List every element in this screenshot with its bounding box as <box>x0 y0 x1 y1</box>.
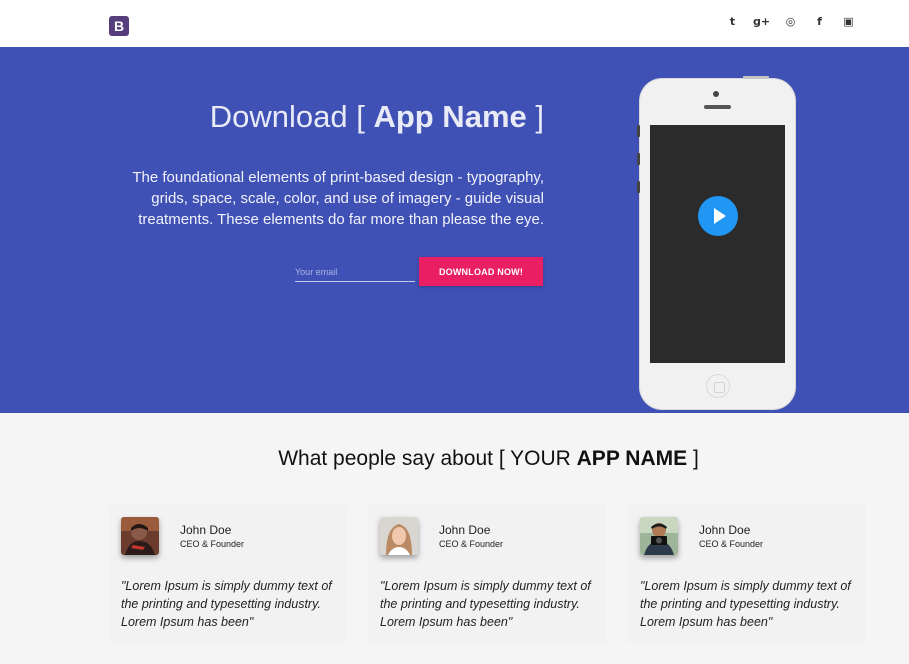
phone-volume-down <box>637 181 640 193</box>
hero-description: The foundational elements of print-based… <box>132 169 544 228</box>
testimonial-card: John Doe CEO & Founder "Lorem Ipsum is s… <box>368 505 606 643</box>
twitter-icon[interactable]: t <box>718 14 747 30</box>
phone-mockup <box>637 76 795 409</box>
testimonial-quote: "Lorem Ipsum is simply dummy text of the… <box>380 579 591 629</box>
testimonial-name: John Doe <box>180 523 232 537</box>
hero-app-name: App Name <box>373 99 527 134</box>
brand-logo[interactable]: B <box>109 16 129 36</box>
testimonial-role: CEO & Founder <box>699 539 764 549</box>
testimonial-role: CEO & Founder <box>439 539 504 549</box>
testimonial-name: John Doe <box>699 523 751 537</box>
testimonials-title: What people say about [ YOUR APP NAME ] <box>278 447 699 470</box>
phone-speaker <box>704 105 731 109</box>
phone-mute-switch <box>637 125 640 137</box>
dribbble-icon[interactable]: ◎ <box>776 14 805 30</box>
phone-volume-up <box>637 153 640 165</box>
email-input[interactable] <box>295 263 415 282</box>
avatar <box>121 517 159 555</box>
phone-home-button <box>706 374 730 398</box>
social-links: t g+ ◎ f ▣ <box>718 14 863 30</box>
avatar <box>640 517 678 555</box>
youtube-icon[interactable]: ▣ <box>834 14 863 30</box>
testimonial-card: John Doe CEO & Founder "Lorem Ipsum is s… <box>628 505 866 643</box>
testimonial-role: CEO & Founder <box>180 539 245 549</box>
hero-section: Download [ App Name ] The foundational e… <box>0 47 909 413</box>
google-plus-icon[interactable]: g+ <box>747 14 776 30</box>
testimonials-app-name: APP NAME <box>576 447 688 470</box>
phone-power-button <box>743 76 769 79</box>
testimonial-card: John Doe CEO & Founder "Lorem Ipsum is s… <box>109 505 347 643</box>
hero-title: Download [ App Name ] <box>209 99 544 134</box>
facebook-icon[interactable]: f <box>805 14 834 30</box>
play-icon[interactable] <box>698 196 738 236</box>
avatar <box>380 517 418 555</box>
testimonial-quote: "Lorem Ipsum is simply dummy text of the… <box>121 579 332 629</box>
phone-camera <box>713 91 719 97</box>
phone-screen <box>650 125 785 363</box>
top-navbar: B t g+ ◎ f ▣ <box>0 0 909 47</box>
download-now-button[interactable]: DOWNLOAD NOW! <box>419 257 543 286</box>
testimonial-quote: "Lorem Ipsum is simply dummy text of the… <box>640 579 851 629</box>
testimonial-name: John Doe <box>439 523 491 537</box>
